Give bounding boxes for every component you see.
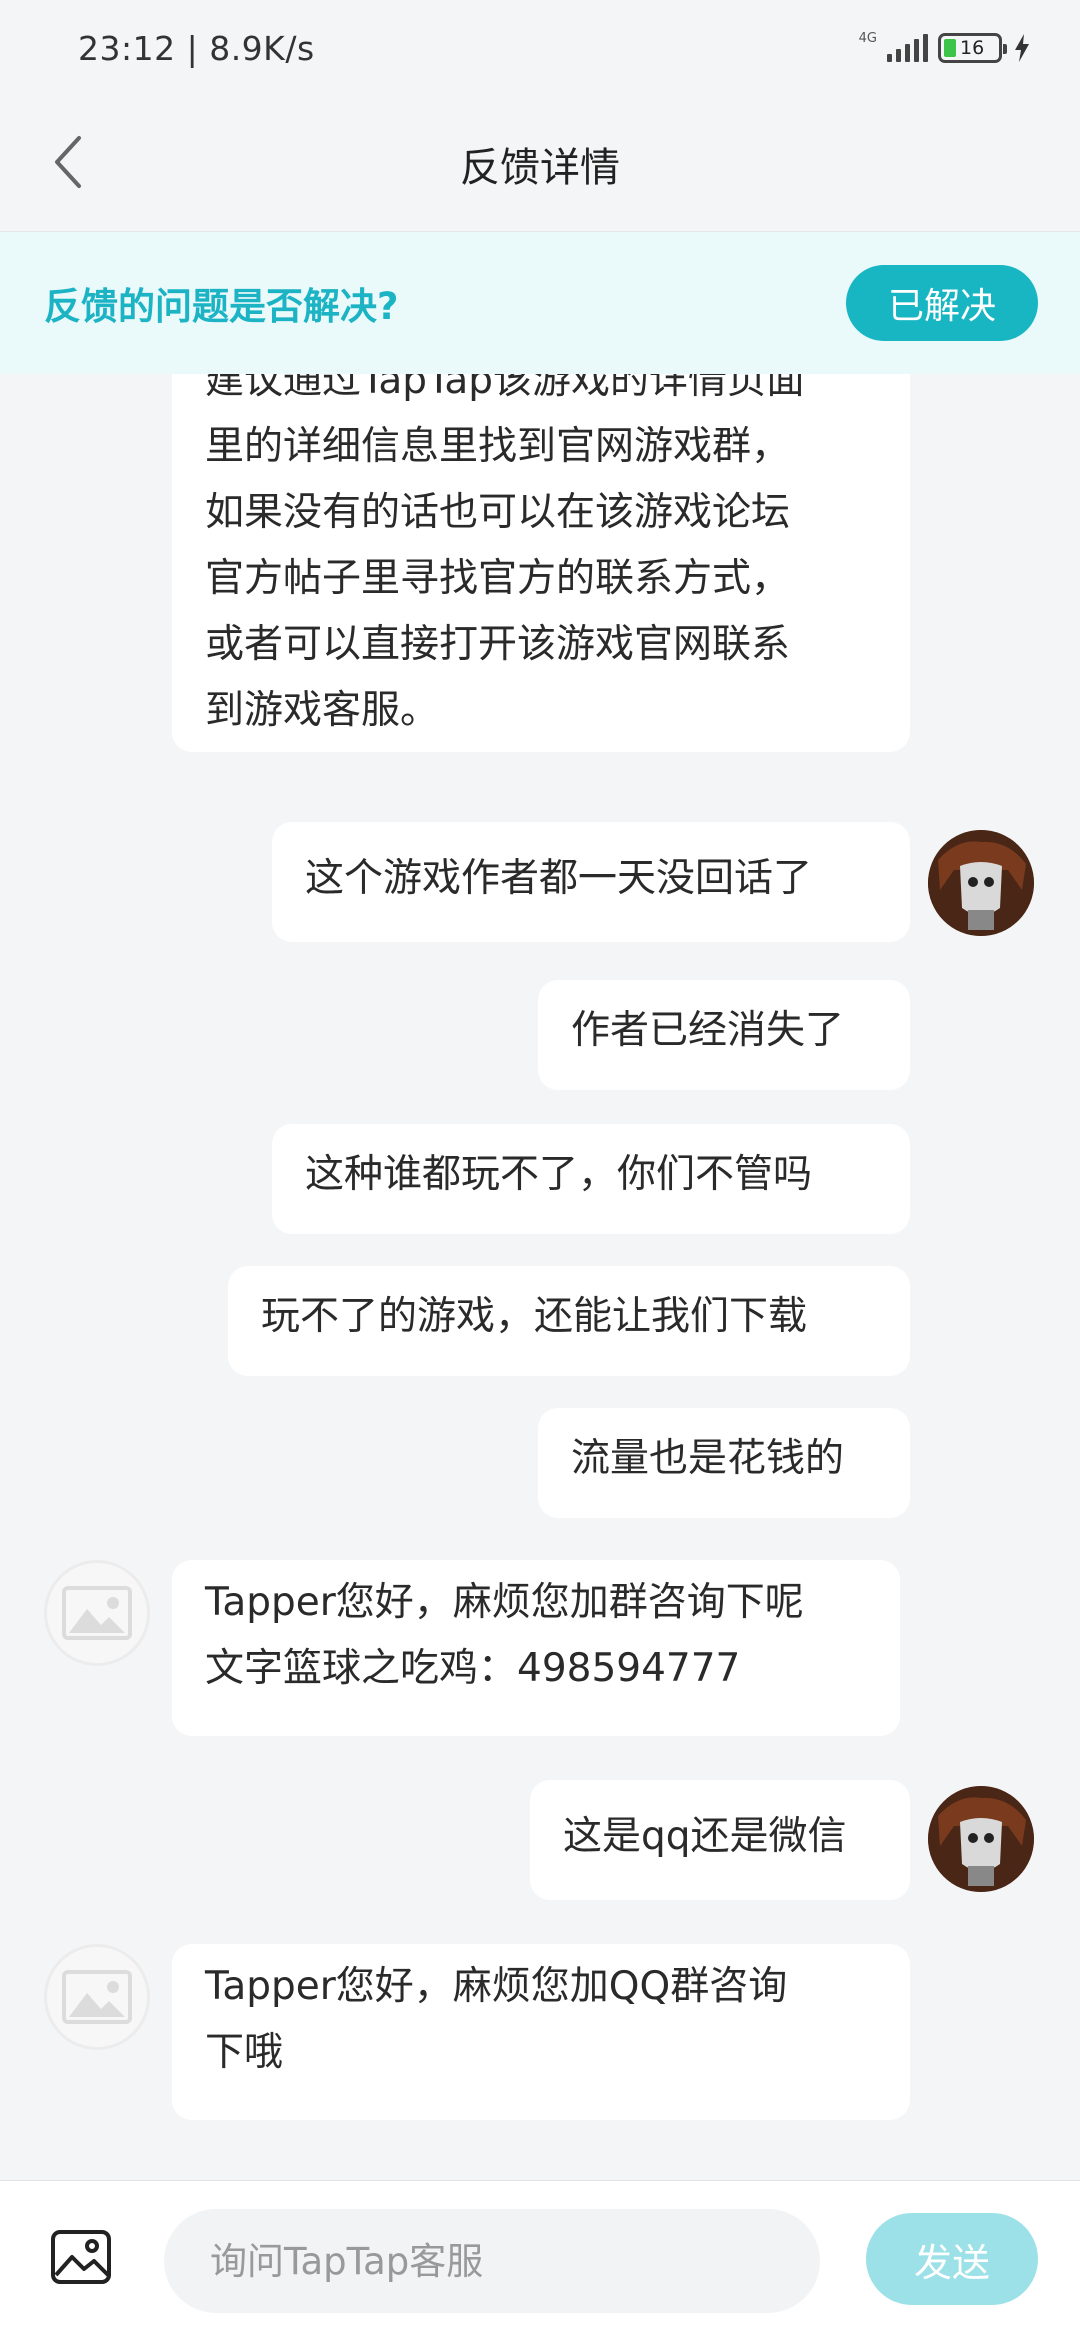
battery-level: 16 bbox=[960, 37, 985, 59]
message-text: 作者已经消失了 bbox=[571, 1008, 845, 1053]
support-avatar[interactable] bbox=[44, 1944, 150, 2050]
message-text: 玩不了的游戏，还能让我们下载 bbox=[261, 1294, 808, 1339]
user-message-bubble: 流量也是花钱的 bbox=[538, 1408, 910, 1518]
image-placeholder-icon bbox=[62, 1586, 132, 1640]
message-text: 建议通过TapTap该游戏的详情页面 里的详细信息里找到官网游戏群， 如果没有的… bbox=[205, 374, 806, 733]
resolve-banner: 反馈的问题是否解决? 已解决 bbox=[0, 232, 1080, 374]
message-text: 这种谁都玩不了，你们不管吗 bbox=[305, 1152, 813, 1197]
message-input[interactable] bbox=[164, 2209, 820, 2313]
user-message-bubble: 这是qq还是微信 bbox=[530, 1780, 910, 1900]
support-message-bubble: 建议通过TapTap该游戏的详情页面 里的详细信息里找到官网游戏群， 如果没有的… bbox=[172, 374, 910, 752]
message-text: 这个游戏作者都一天没回话了 bbox=[305, 856, 813, 901]
back-arrow-icon bbox=[55, 136, 81, 188]
battery-icon: 16 bbox=[938, 33, 1007, 63]
status-bar: 23:12 | 8.9K/s 4G 16 bbox=[0, 0, 1080, 96]
message-text: 流量也是花钱的 bbox=[571, 1436, 845, 1481]
resolved-button[interactable]: 已解决 bbox=[846, 265, 1038, 341]
user-message-bubble: 作者已经消失了 bbox=[538, 980, 910, 1090]
send-image-button[interactable] bbox=[50, 2229, 112, 2285]
user-avatar-image bbox=[928, 1786, 1034, 1892]
support-avatar[interactable] bbox=[44, 1560, 150, 1666]
image-placeholder-icon bbox=[62, 1970, 132, 2024]
image-icon bbox=[51, 2230, 111, 2284]
back-button[interactable] bbox=[40, 126, 96, 198]
send-button[interactable]: 发送 bbox=[866, 2213, 1038, 2305]
page-title: 反馈详情 bbox=[460, 144, 620, 191]
user-message-bubble: 这种谁都玩不了，你们不管吗 bbox=[272, 1124, 910, 1234]
user-avatar[interactable] bbox=[928, 830, 1034, 936]
user-message-bubble: 玩不了的游戏，还能让我们下载 bbox=[228, 1266, 910, 1376]
support-message-bubble: Tapper您好，麻烦您加QQ群咨询 下哦 bbox=[172, 1944, 910, 2120]
chat-message-list[interactable]: 建议通过TapTap该游戏的详情页面 里的详细信息里找到官网游戏群， 如果没有的… bbox=[0, 374, 1080, 2180]
signal-icon bbox=[887, 34, 928, 62]
support-message-bubble: Tapper您好，麻烦您加群咨询下呢 文字篮球之吃鸡：498594777 bbox=[172, 1560, 900, 1736]
status-time: 23:12 | 8.9K/s bbox=[78, 28, 315, 68]
app-header: 反馈详情 bbox=[0, 96, 1080, 232]
user-avatar[interactable] bbox=[928, 1786, 1034, 1892]
charging-icon bbox=[1015, 34, 1029, 62]
message-text: 这是qq还是微信 bbox=[563, 1814, 847, 1859]
user-avatar-image bbox=[928, 830, 1034, 936]
message-text: Tapper您好，麻烦您加QQ群咨询 下哦 bbox=[205, 1964, 788, 2075]
status-icons: 4G 16 bbox=[858, 30, 1032, 63]
resolve-question: 反馈的问题是否解决? bbox=[44, 285, 399, 328]
message-text: Tapper您好，麻烦您加群咨询下呢 文字篮球之吃鸡：498594777 bbox=[205, 1580, 804, 1691]
network-type-label: 4G bbox=[858, 30, 877, 46]
user-message-bubble: 这个游戏作者都一天没回话了 bbox=[272, 822, 910, 942]
feedback-detail-screen: 23:12 | 8.9K/s 4G 16 反馈详情 反馈的问题是否解决? 已解决 bbox=[0, 0, 1080, 2340]
input-bar: 发送 bbox=[0, 2180, 1080, 2340]
